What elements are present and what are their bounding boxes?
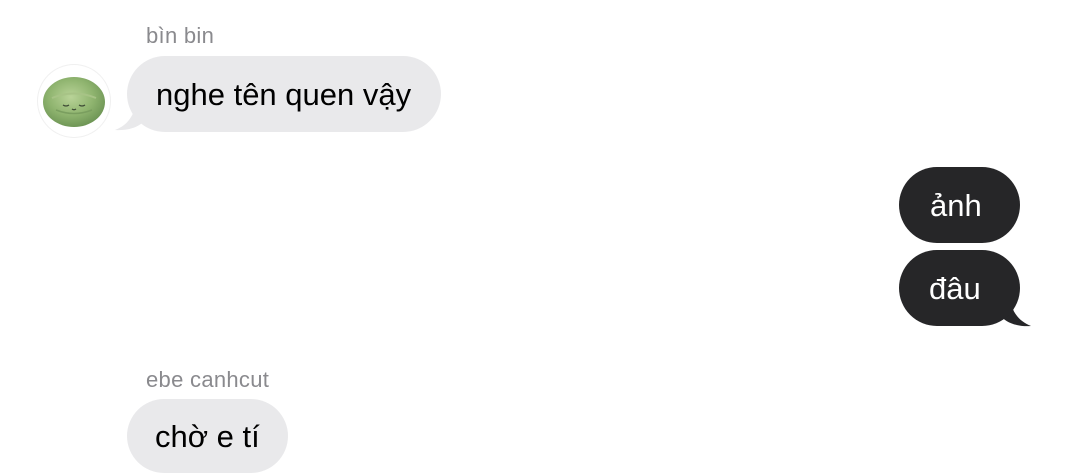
sender-name-bin-bin: bìn bin: [146, 23, 215, 48]
avatar[interactable]: [38, 65, 110, 137]
message-text: ảnh: [930, 187, 982, 223]
message-text: đâu: [929, 270, 981, 306]
incoming-message-bubble[interactable]: chờ e tí: [127, 399, 288, 473]
message-text: chờ e tí: [155, 418, 260, 454]
outgoing-message-bubble[interactable]: ảnh: [899, 167, 1020, 243]
incoming-message-bubble[interactable]: nghe tên quen vậy: [127, 56, 442, 132]
outgoing-message-bubble[interactable]: đâu: [899, 250, 1020, 326]
cabbage-avatar-icon: [43, 77, 105, 127]
sender-name-ebe-canhcut: ebe canhcut: [146, 367, 270, 392]
message-text: nghe tên quen vậy: [156, 76, 412, 112]
